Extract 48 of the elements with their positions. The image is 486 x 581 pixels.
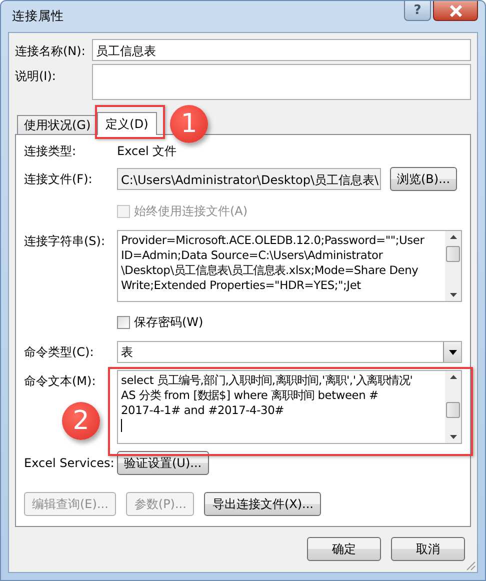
- text-line: select 员工编号,部门,入职时间,离职时间,'离职','入离职情况': [121, 373, 414, 388]
- field-label: 连接名称(N):: [15, 43, 86, 60]
- browse-button[interactable]: 浏览(B)...: [390, 167, 458, 191]
- connection-string-field[interactable]: Provider=Microsoft.ACE.OLEDB.12.0;Password="";User ID=Admin;Data Source=C:\Users\Administrator \Desktop\员工信息表\员工信息表.xlsx;Mode=Share Deny Write;Extended Properties="HDR=YES;";Jet: [117, 230, 462, 302]
- scroll-thumb[interactable]: [446, 246, 460, 262]
- text-line: Write;Extended Properties="HDR=YES;";Jet: [121, 278, 362, 293]
- scrollbar[interactable]: [445, 231, 461, 301]
- connection-type-value: Excel 文件: [117, 143, 177, 160]
- text-line: 2017-4-1# and #2017-4-30#: [121, 403, 285, 418]
- close-button[interactable]: [433, 1, 478, 21]
- field-label: 命令文本(M):: [24, 373, 97, 390]
- dialog-button[interactable]: 确定: [307, 537, 381, 561]
- name-field[interactable]: 员工信息表: [92, 39, 471, 61]
- field-label: 命令类型(C):: [24, 344, 95, 360]
- window-title: 连接属性: [11, 8, 64, 25]
- scroll-up-icon: [450, 235, 456, 239]
- checkbox-label: 保存密码(W): [134, 314, 204, 331]
- command-type-dropdown[interactable]: 表: [117, 341, 462, 363]
- dialog-button[interactable]: 取消: [391, 537, 465, 561]
- resize-grip-icon: [466, 561, 476, 571]
- highlight-frame: [95, 105, 165, 139]
- tab[interactable]: 使用状况(G): [17, 115, 98, 135]
- scroll-thumb[interactable]: [446, 402, 460, 418]
- help-button[interactable]: ?: [404, 1, 431, 21]
- text-line: \Desktop\员工信息表\员工信息表.xlsx;Mode=Share Deny: [121, 263, 420, 278]
- field-label: 说明(I):: [15, 68, 57, 85]
- checkbox[interactable]: [117, 316, 130, 329]
- tab[interactable]: 定义(D): [96, 112, 158, 135]
- text-line: Provider=Microsoft.ACE.OLEDB.12.0;Password="";User: [121, 233, 426, 248]
- dialog-button[interactable]: 导出连接文件(X)...: [204, 492, 322, 516]
- scrollbar[interactable]: [445, 371, 461, 443]
- scroll-down-icon: [450, 293, 456, 297]
- description-field[interactable]: [92, 64, 471, 100]
- text-line: ID=Admin;Data Source=C:\Users\Administrator: [121, 248, 384, 263]
- authentication-settings-button[interactable]: 验证设置(U)...: [117, 451, 209, 475]
- checkbox-label: 始终使用连接文件(A): [134, 203, 248, 220]
- close-icon: [448, 4, 462, 16]
- field-label: 连接类型:: [24, 143, 78, 160]
- scroll-down-icon: [450, 435, 456, 439]
- field-label: Excel Services:: [24, 456, 116, 470]
- scroll-up-icon: [450, 375, 456, 379]
- text-line: AS 分类 from [数据$] where 离职时间 between #: [121, 388, 380, 403]
- text-cursor: [121, 419, 122, 432]
- field-label: 连接文件(F):: [24, 170, 94, 188]
- connection-file-field[interactable]: C:\Users\Administrator\Desktop\员工信息表\: [117, 168, 381, 190]
- dropdown-arrow-icon: [448, 350, 456, 354]
- field-label: 连接字符串(S):: [24, 233, 106, 250]
- command-text-field[interactable]: select 员工编号,部门,入职时间,离职时间,'离职','入离职情况' AS 分类 from [数据$] where 离职时间 between # 2017-4-1# and #2017-4-30#: [117, 370, 462, 444]
